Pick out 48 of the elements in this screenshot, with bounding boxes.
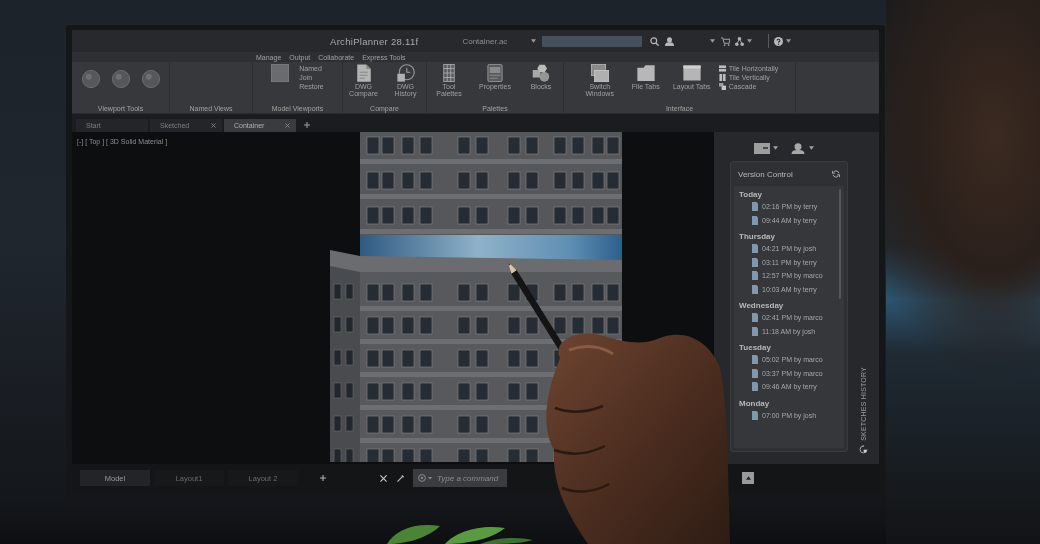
close-icon[interactable]	[380, 474, 387, 482]
day-heading: Thursday	[739, 232, 776, 241]
shapes-icon	[532, 64, 550, 82]
caret-icon[interactable]	[747, 39, 753, 43]
user-icon	[790, 142, 806, 154]
command-icon[interactable]	[418, 474, 432, 482]
command-field[interactable]: Type a command	[413, 469, 507, 487]
caret-icon[interactable]	[531, 39, 537, 43]
caret-icon[interactable]	[710, 39, 716, 43]
tab-icon	[682, 64, 701, 82]
circular-arrow-icon[interactable]	[859, 445, 868, 454]
plus-icon[interactable]	[320, 475, 326, 481]
clock-icon	[396, 64, 415, 82]
search-field[interactable]	[542, 35, 643, 47]
horizontal-bars-icon	[718, 65, 726, 72]
expand-button[interactable]	[742, 472, 754, 484]
card-icon	[754, 142, 770, 154]
caret-icon	[773, 146, 778, 150]
view-dropdown-button[interactable]	[754, 142, 778, 154]
caret-icon	[809, 146, 814, 150]
vertical-bars-icon	[718, 74, 726, 81]
user-icon[interactable]	[665, 36, 675, 46]
user-dropdown-button[interactable]	[790, 142, 814, 154]
caret-icon[interactable]	[786, 39, 792, 43]
search-icon[interactable]	[650, 36, 660, 46]
grid-icon	[440, 64, 458, 82]
window-title: ArchiPlanner 28.11f	[330, 35, 419, 47]
cascade-icon	[718, 83, 726, 90]
cart-icon[interactable]	[721, 36, 731, 46]
help-icon[interactable]	[774, 36, 784, 46]
day-heading: Monday	[739, 398, 771, 408]
scrollbar-thumb[interactable]	[839, 189, 841, 299]
document-icon	[354, 64, 373, 82]
day-heading: Today	[739, 190, 763, 199]
day-heading: Tuesday	[739, 343, 772, 352]
panel-title: Version Control	[738, 169, 793, 179]
refresh-icon[interactable]	[832, 170, 840, 178]
folder-icon	[636, 64, 655, 82]
pen-icon[interactable]	[397, 474, 404, 482]
share-icon[interactable]	[735, 36, 745, 46]
plus-icon[interactable]	[304, 122, 310, 128]
file-name[interactable]: Container.ac	[462, 36, 508, 46]
windows-icon	[590, 64, 609, 82]
square-icon[interactable]	[271, 64, 290, 82]
day-heading: Wednesday	[739, 301, 785, 310]
caret-icon	[745, 476, 751, 480]
document-icon	[752, 410, 758, 420]
form-icon	[486, 64, 504, 82]
